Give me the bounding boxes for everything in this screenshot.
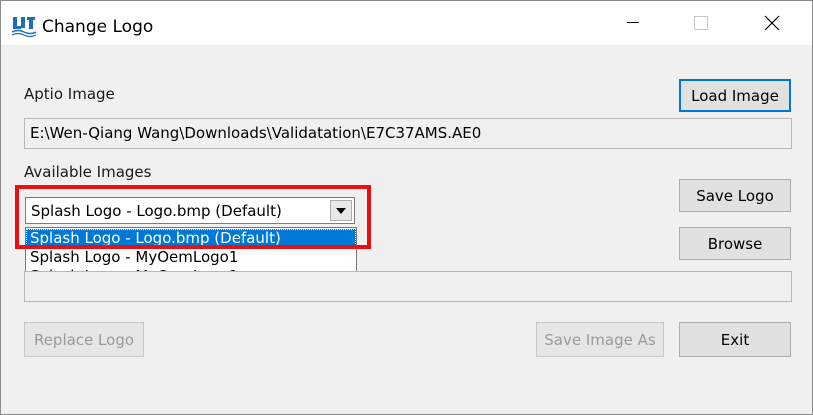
save-image-as-button[interactable]: Save Image As: [536, 322, 664, 357]
aptio-image-label: Aptio Image: [24, 85, 115, 103]
minimize-icon: [627, 22, 639, 23]
combobox-selected-value: Splash Logo - Logo.bmp (Default): [31, 202, 282, 220]
app-logo-icon: [11, 15, 37, 38]
change-logo-dialog: Change Logo Aptio Image Load Image E:\We…: [0, 0, 813, 415]
exit-button[interactable]: Exit: [679, 322, 791, 357]
aptio-image-path-field[interactable]: E:\Wen-Qiang Wang\Downloads\Validatation…: [24, 118, 792, 149]
dropdown-arrow-button[interactable]: [330, 200, 352, 221]
available-images-combobox[interactable]: Splash Logo - Logo.bmp (Default): [25, 197, 355, 224]
minimize-button[interactable]: [607, 1, 659, 45]
available-images-label: Available Images: [24, 163, 152, 181]
save-logo-button[interactable]: Save Logo: [679, 179, 791, 212]
browse-button[interactable]: Browse: [679, 227, 791, 260]
chevron-down-icon: [336, 208, 346, 214]
close-icon: [764, 15, 780, 31]
dropdown-option[interactable]: Splash Logo - Logo.bmp (Default): [26, 229, 356, 248]
maximize-button: [675, 1, 727, 45]
load-image-button[interactable]: Load Image: [679, 79, 791, 112]
dropdown-option[interactable]: Splash Logo - MyOemLogo1: [26, 248, 356, 267]
replace-logo-button[interactable]: Replace Logo: [24, 322, 144, 357]
title-bar: Change Logo: [1, 1, 812, 45]
window-title: Change Logo: [42, 17, 154, 37]
maximize-icon: [694, 16, 708, 30]
close-button[interactable]: [746, 1, 798, 45]
logo-file-path-field[interactable]: [24, 271, 792, 302]
